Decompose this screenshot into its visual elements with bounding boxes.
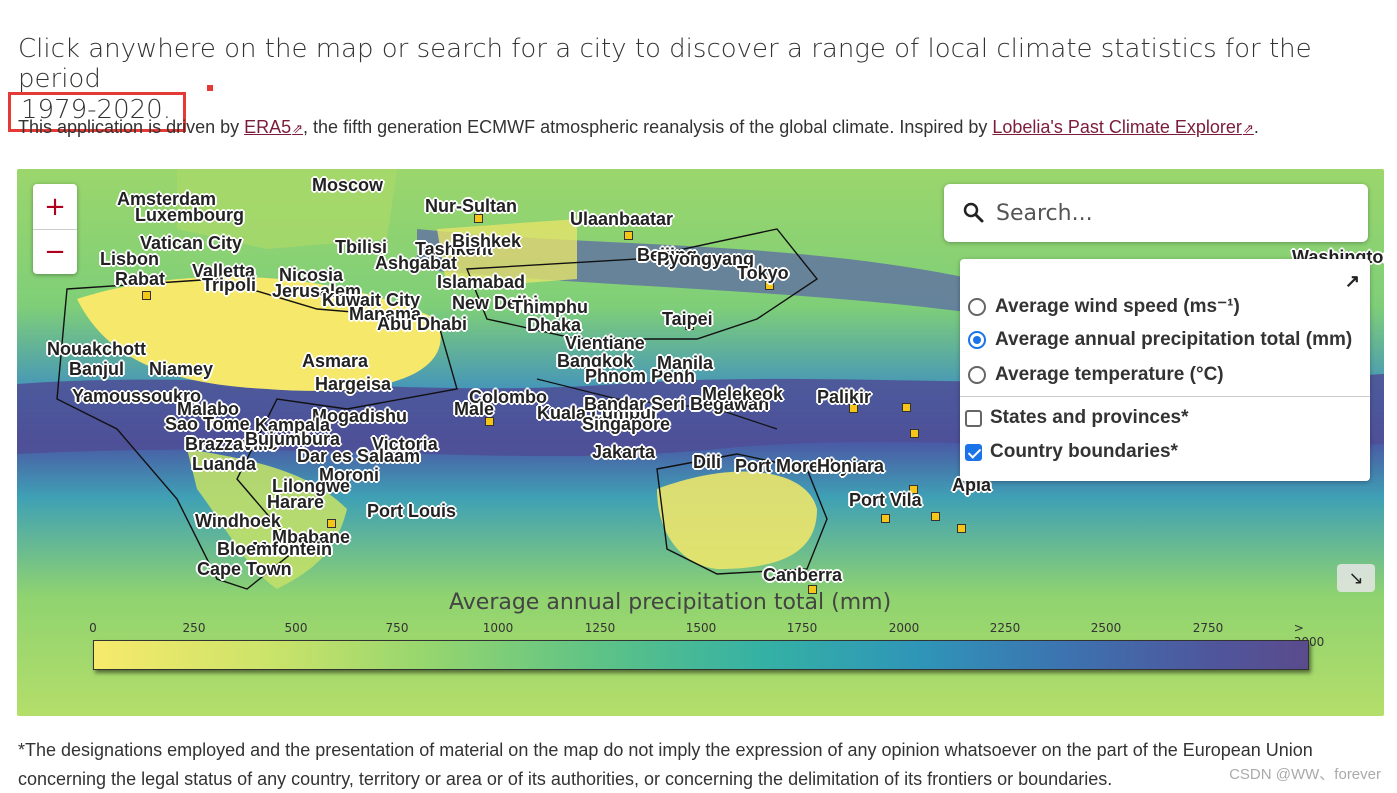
overlay-countries[interactable]: Country boundaries* bbox=[965, 441, 1178, 463]
red-marker-dot bbox=[207, 85, 213, 91]
watermark: CSDN @WW、forever bbox=[1229, 766, 1381, 783]
city-label[interactable]: Rabat bbox=[115, 269, 165, 290]
overlay-label: States and provinces* bbox=[990, 407, 1189, 428]
legend-tick: 2500 bbox=[1090, 621, 1122, 635]
city-label[interactable]: Niamey bbox=[149, 359, 213, 380]
city-label[interactable]: Dar es Salaam bbox=[297, 446, 420, 467]
city-label[interactable]: Tokyo bbox=[737, 263, 789, 284]
layer-option-wind[interactable]: Average wind speed (ms⁻¹) bbox=[968, 295, 1240, 318]
city-label[interactable]: Melekeok bbox=[702, 384, 783, 405]
city-label[interactable]: Port Vila bbox=[849, 490, 922, 511]
city-label[interactable]: Cape Town bbox=[197, 559, 292, 580]
city-label[interactable]: Islamabad bbox=[437, 272, 525, 293]
city-label[interactable]: Bishkek bbox=[452, 231, 521, 252]
city-marker[interactable] bbox=[910, 429, 919, 438]
era5-link-label: ERA5 bbox=[244, 117, 292, 137]
city-label[interactable]: Dili bbox=[693, 452, 721, 473]
era5-link[interactable]: ERA5⇗ bbox=[244, 117, 303, 137]
city-label[interactable]: Ulaanbaatar bbox=[570, 209, 673, 230]
search-box bbox=[944, 184, 1368, 242]
credits-line: This application is driven by ERA5⇗, the… bbox=[18, 117, 1259, 138]
radio-wind[interactable] bbox=[968, 297, 986, 316]
legend-tick: 1750 bbox=[786, 621, 818, 635]
city-label[interactable]: Hargeisa bbox=[315, 374, 391, 395]
legend-tick: 2000 bbox=[888, 621, 920, 635]
city-marker[interactable] bbox=[931, 512, 940, 521]
city-label[interactable]: Moscow bbox=[312, 175, 383, 196]
layer-divider bbox=[960, 396, 1370, 397]
city-marker[interactable] bbox=[624, 231, 633, 240]
city-label[interactable]: Nur-Sultan bbox=[425, 196, 517, 217]
city-label[interactable]: Bloemfontein bbox=[217, 539, 332, 560]
climate-map[interactable]: Moscow Amsterdam Luxembourg Vatican City… bbox=[17, 169, 1384, 716]
city-label[interactable]: Lisbon bbox=[100, 249, 159, 270]
external-link-icon: ⇗ bbox=[1242, 121, 1254, 136]
lobelia-link[interactable]: Lobelia's Past Climate Explorer⇗ bbox=[992, 117, 1253, 137]
city-marker[interactable] bbox=[881, 514, 890, 523]
legend-tick: 2750 bbox=[1192, 621, 1224, 635]
credits-prefix: This application is driven by bbox=[18, 117, 245, 137]
legend-tick: 250 bbox=[182, 621, 206, 635]
legend-tick: 500 bbox=[284, 621, 308, 635]
city-label[interactable]: Jakarta bbox=[592, 442, 655, 463]
city-label[interactable]: Luanda bbox=[192, 454, 256, 475]
city-label[interactable]: Singapore bbox=[582, 414, 670, 435]
checkbox-states[interactable] bbox=[965, 409, 982, 427]
overlay-states[interactable]: States and provinces* bbox=[965, 407, 1189, 429]
city-label[interactable]: Taipei bbox=[662, 309, 713, 330]
legend-tick: 2250 bbox=[989, 621, 1021, 635]
city-label[interactable]: Ashgabat bbox=[375, 253, 457, 274]
legend-tick: 1500 bbox=[685, 621, 717, 635]
legend-ticks: 0 250 500 750 1000 1250 1500 1750 2000 2… bbox=[87, 621, 1327, 649]
credits-middle: , the fifth generation ECMWF atmospheric… bbox=[303, 117, 993, 137]
city-label[interactable]: Banjul bbox=[69, 359, 124, 380]
city-label[interactable]: Luxembourg bbox=[135, 205, 244, 226]
layer-option-precipitation[interactable]: Average annual precipitation total (mm) bbox=[968, 329, 1352, 351]
city-label[interactable]: Canberra bbox=[763, 565, 842, 586]
search-icon bbox=[963, 202, 984, 223]
legend-tick: 1250 bbox=[584, 621, 616, 635]
city-label[interactable]: Tripoli bbox=[202, 275, 256, 296]
layer-option-label: Average wind speed (ms⁻¹) bbox=[995, 296, 1240, 317]
layer-option-label: Average annual precipitation total (mm) bbox=[995, 329, 1353, 350]
legend-color-bar bbox=[93, 640, 1309, 670]
radio-temperature[interactable] bbox=[968, 366, 986, 384]
legend-tick: 1000 bbox=[482, 621, 514, 635]
city-label[interactable]: Port Louis bbox=[367, 501, 456, 522]
city-label[interactable]: Windhoek bbox=[195, 511, 281, 532]
credits-suffix: . bbox=[1253, 117, 1259, 137]
city-label[interactable]: Honiara bbox=[817, 456, 884, 477]
city-label[interactable]: Harare bbox=[267, 492, 324, 513]
city-marker[interactable] bbox=[142, 291, 151, 300]
legend-tick: 750 bbox=[385, 621, 409, 635]
lobelia-link-label: Lobelia's Past Climate Explorer bbox=[992, 117, 1242, 137]
zoom-out-button[interactable]: − bbox=[33, 229, 77, 274]
city-label[interactable]: Abu Dhabi bbox=[377, 314, 467, 335]
checkbox-countries[interactable] bbox=[965, 443, 982, 461]
expand-arrow-icon[interactable]: ↘ bbox=[1337, 564, 1375, 592]
legend-title: Average annual precipitation total (mm) bbox=[449, 590, 892, 615]
collapse-arrow-icon[interactable]: ↗ bbox=[1345, 271, 1360, 292]
search-input[interactable] bbox=[996, 200, 1356, 226]
layer-option-label: Average temperature (°C) bbox=[995, 364, 1224, 385]
legend-tick: 0 bbox=[89, 621, 97, 635]
layer-option-temperature[interactable]: Average temperature (°C) bbox=[968, 364, 1224, 386]
zoom-in-button[interactable]: + bbox=[33, 184, 77, 229]
city-label[interactable]: Male bbox=[454, 399, 494, 420]
city-label[interactable]: Nouakchott bbox=[47, 339, 146, 360]
city-marker[interactable] bbox=[902, 403, 911, 412]
radio-precipitation[interactable] bbox=[968, 331, 986, 349]
city-label[interactable]: Manila bbox=[657, 353, 713, 374]
city-label[interactable]: Asmara bbox=[302, 351, 368, 372]
overlay-label: Country boundaries* bbox=[990, 441, 1178, 462]
disclaimer-text: *The designations employed and the prese… bbox=[18, 740, 1313, 789]
city-label[interactable]: Sao Tome bbox=[165, 414, 250, 435]
city-label[interactable]: Palikir bbox=[817, 387, 871, 408]
layer-control: ↗ Average wind speed (ms⁻¹) Average annu… bbox=[960, 259, 1370, 481]
city-marker[interactable] bbox=[957, 524, 966, 533]
zoom-control: + − bbox=[33, 184, 77, 274]
external-link-icon: ⇗ bbox=[292, 121, 304, 136]
